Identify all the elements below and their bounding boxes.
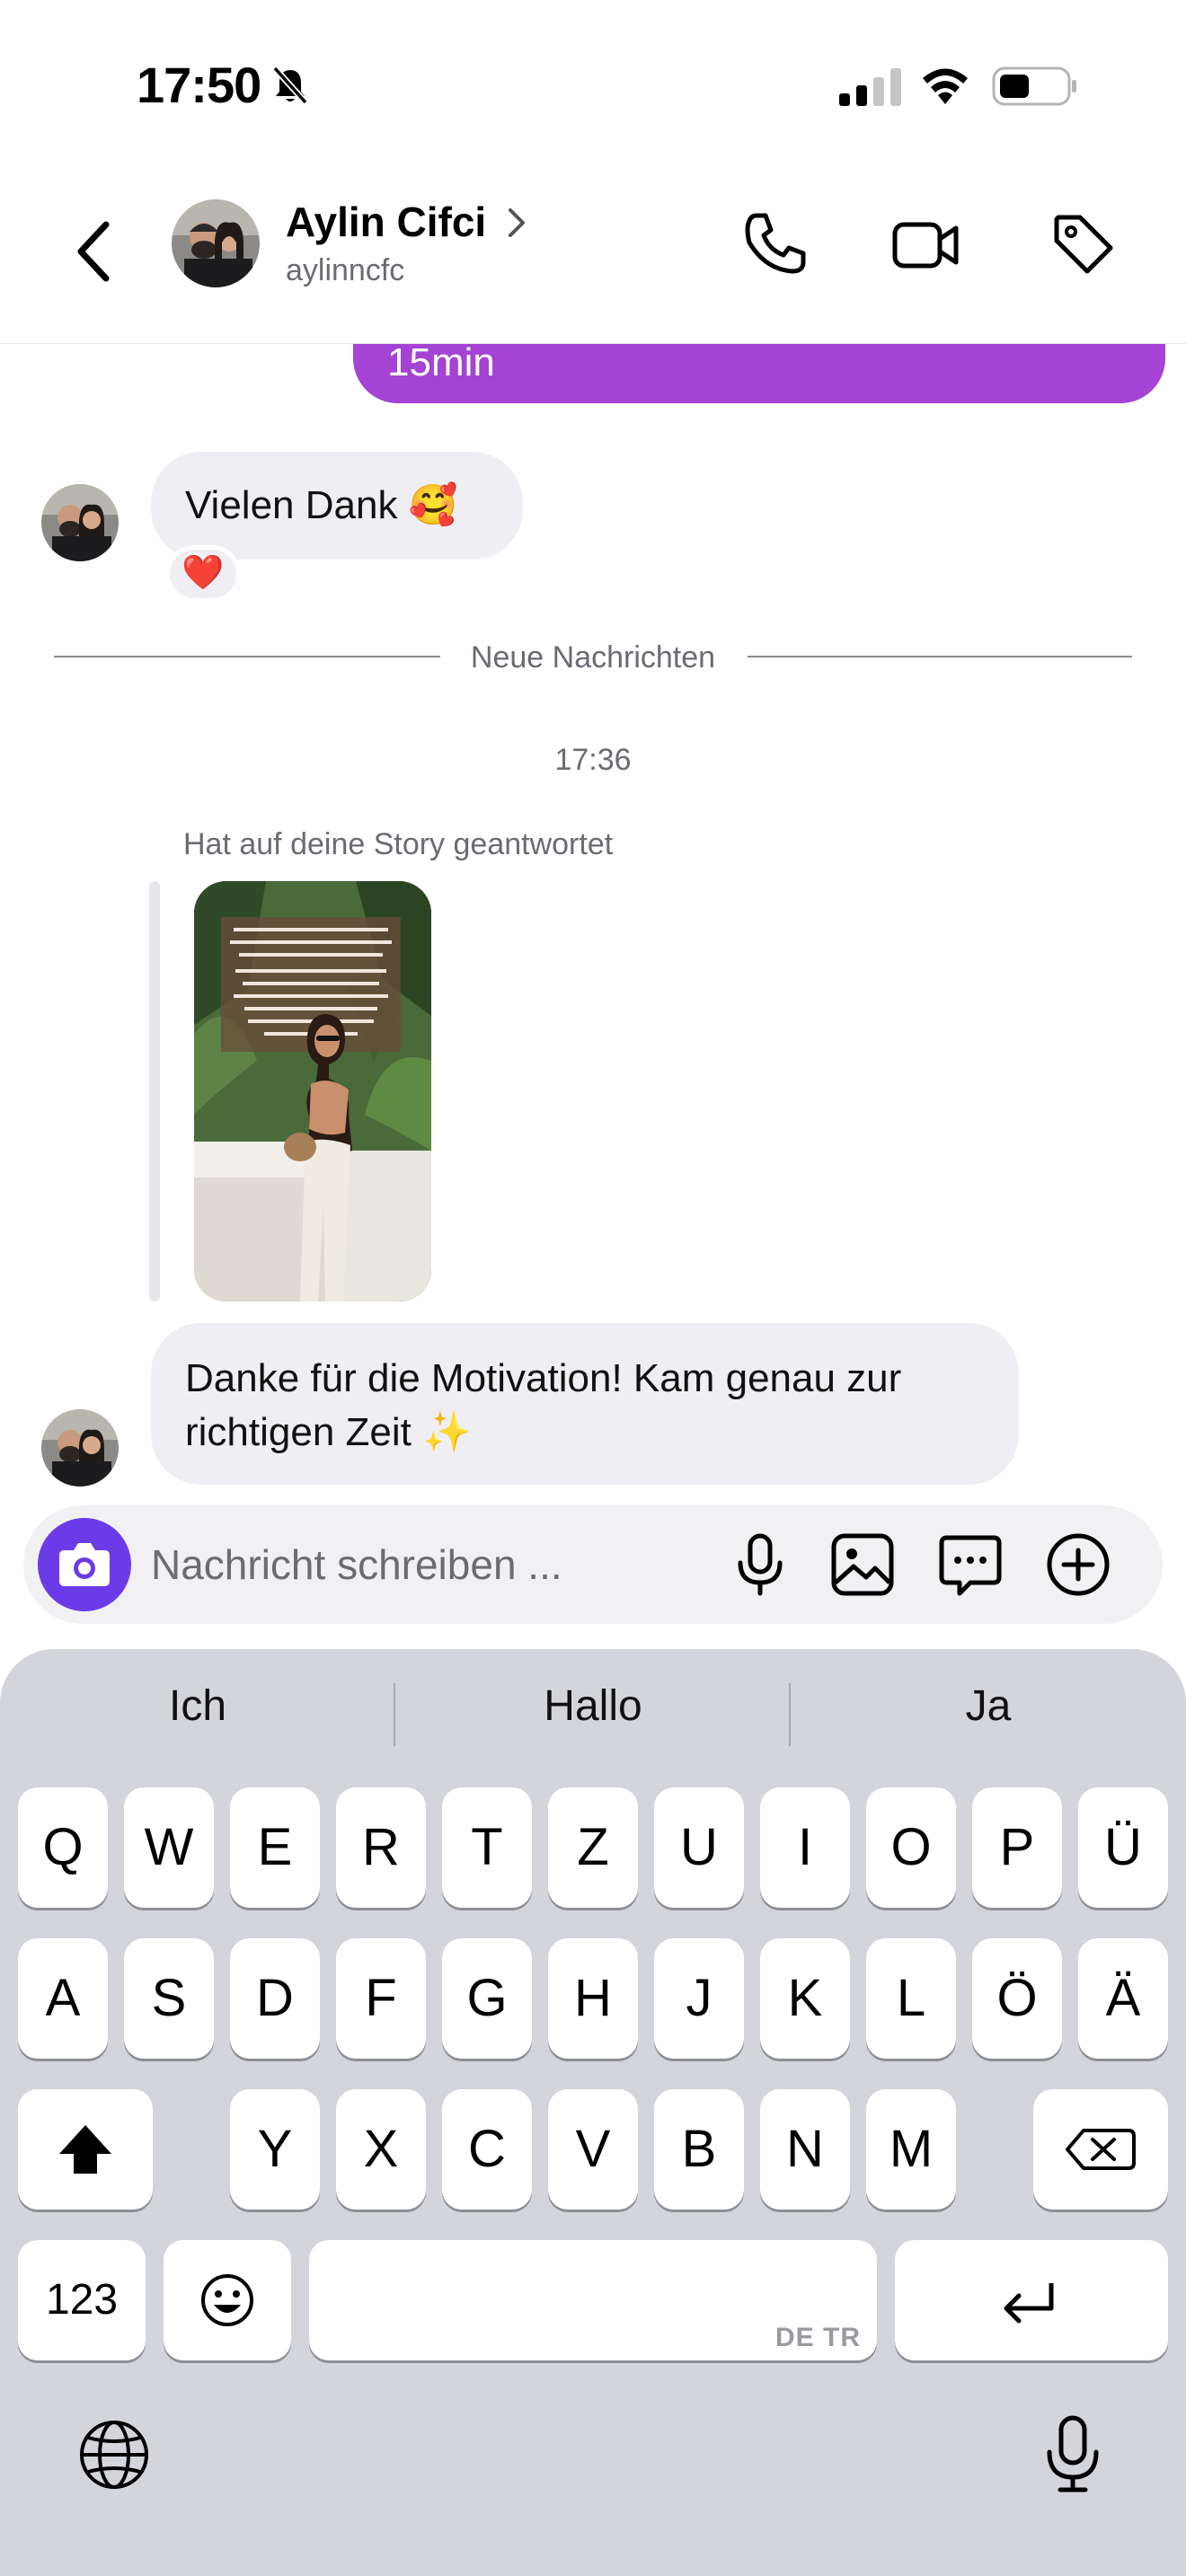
emoji-icon	[201, 2274, 253, 2326]
backspace-icon	[1066, 2129, 1136, 2170]
globe-icon[interactable]	[75, 2416, 153, 2493]
on-screen-keyboard: Ich Hallo Ja Q W E R T Z U I O P Ü A S D…	[0, 1649, 1186, 2576]
status-time: 17:50	[137, 57, 261, 113]
key-v[interactable]: V	[548, 2089, 638, 2210]
incoming-message-bubble[interactable]: Vielen Dank 🥰	[151, 452, 523, 560]
back-chevron-icon[interactable]	[68, 216, 122, 287]
message-thread[interactable]: 15min Vielen Dank 🥰 ❤️ Neue Nachrichten …	[0, 344, 1186, 1503]
backspace-key[interactable]	[1033, 2089, 1168, 2210]
contact-name[interactable]: Aylin Cifci	[286, 198, 486, 246]
chevron-right-icon[interactable]	[505, 205, 528, 241]
key-f[interactable]: F	[336, 1938, 426, 2059]
key-p[interactable]: P	[972, 1787, 1062, 1908]
emoji-key[interactable]	[164, 2240, 291, 2360]
key-a[interactable]: A	[18, 1938, 108, 2059]
keyboard-language-hint: DE TR	[775, 2323, 861, 2352]
key-x[interactable]: X	[336, 2089, 426, 2210]
video-call-icon[interactable]	[890, 208, 961, 280]
contact-username[interactable]: aylinncfc	[286, 253, 404, 288]
key-u[interactable]: U	[654, 1787, 744, 1908]
sender-avatar[interactable]	[41, 484, 119, 561]
key-g[interactable]: G	[442, 1938, 532, 2059]
key-k[interactable]: K	[760, 1938, 850, 2059]
wifi-icon	[923, 68, 968, 104]
key-z[interactable]: Z	[548, 1787, 638, 1908]
key-d[interactable]: D	[230, 1938, 320, 2059]
key-m[interactable]: M	[866, 2089, 956, 2210]
cellular-signal-icon	[839, 68, 901, 106]
shift-key[interactable]	[18, 2089, 153, 2210]
key-t[interactable]: T	[442, 1787, 532, 1908]
suggestion-2[interactable]: Hallo	[395, 1681, 791, 1731]
space-bar[interactable]: DE TR	[309, 2240, 877, 2360]
key-ae[interactable]: Ä	[1078, 1938, 1168, 2059]
key-j[interactable]: J	[654, 1938, 744, 2059]
phone-call-icon[interactable]	[739, 208, 810, 280]
shift-arrow-icon	[59, 2125, 111, 2174]
key-r[interactable]: R	[336, 1787, 426, 1908]
camera-button[interactable]	[38, 1518, 131, 1611]
key-ue[interactable]: Ü	[1078, 1787, 1168, 1908]
contact-avatar[interactable]	[172, 199, 260, 287]
suggestion-1[interactable]: Ich	[0, 1681, 395, 1731]
chat-header: Aylin Cifci aylinncfc	[0, 171, 1186, 344]
key-oe[interactable]: Ö	[972, 1938, 1062, 2059]
new-messages-divider: Neue Nachrichten	[470, 640, 716, 675]
return-key[interactable]	[895, 2240, 1168, 2360]
microphone-icon[interactable]	[724, 1529, 796, 1601]
key-o[interactable]: O	[866, 1787, 956, 1908]
key-c[interactable]: C	[442, 2089, 532, 2210]
camera-icon	[59, 1543, 110, 1586]
message-composer	[23, 1505, 1163, 1624]
key-h[interactable]: H	[548, 1938, 638, 2059]
plus-icon[interactable]	[1042, 1529, 1114, 1601]
key-b[interactable]: B	[654, 2089, 744, 2210]
suggestion-3[interactable]: Ja	[791, 1681, 1186, 1731]
incoming-message-bubble[interactable]: Danke für die Motivation! Kam genau zur …	[151, 1323, 1019, 1485]
reply-indicator-bar	[149, 881, 160, 1301]
bell-off-icon	[272, 66, 308, 105]
sender-avatar[interactable]	[41, 1409, 119, 1486]
message-timestamp: 17:36	[554, 743, 632, 777]
key-n[interactable]: N	[760, 2089, 850, 2210]
sticker-icon[interactable]	[934, 1529, 1006, 1601]
key-e[interactable]: E	[230, 1787, 320, 1908]
story-thumbnail[interactable]	[194, 881, 431, 1301]
status-bar: 17:50	[0, 0, 1186, 171]
key-q[interactable]: Q	[18, 1787, 108, 1908]
outgoing-message-bubble[interactable]: 15min	[353, 344, 1165, 403]
battery-icon	[992, 66, 1076, 106]
numbers-key[interactable]: 123	[18, 2240, 146, 2360]
gallery-icon[interactable]	[827, 1529, 898, 1601]
key-i[interactable]: I	[760, 1787, 850, 1908]
key-w[interactable]: W	[124, 1787, 214, 1908]
key-l[interactable]: L	[866, 1938, 956, 2059]
message-input[interactable]	[151, 1536, 690, 1593]
dictation-microphone-icon[interactable]	[1037, 2413, 1109, 2495]
heart-reaction[interactable]: ❤️	[165, 545, 241, 603]
key-y[interactable]: Y	[230, 2089, 320, 2210]
story-reply-caption: Hat auf deine Story geantwortet	[183, 827, 614, 861]
key-s[interactable]: S	[124, 1938, 214, 2059]
tag-icon[interactable]	[1048, 208, 1120, 280]
return-arrow-icon	[1004, 2283, 1054, 2324]
